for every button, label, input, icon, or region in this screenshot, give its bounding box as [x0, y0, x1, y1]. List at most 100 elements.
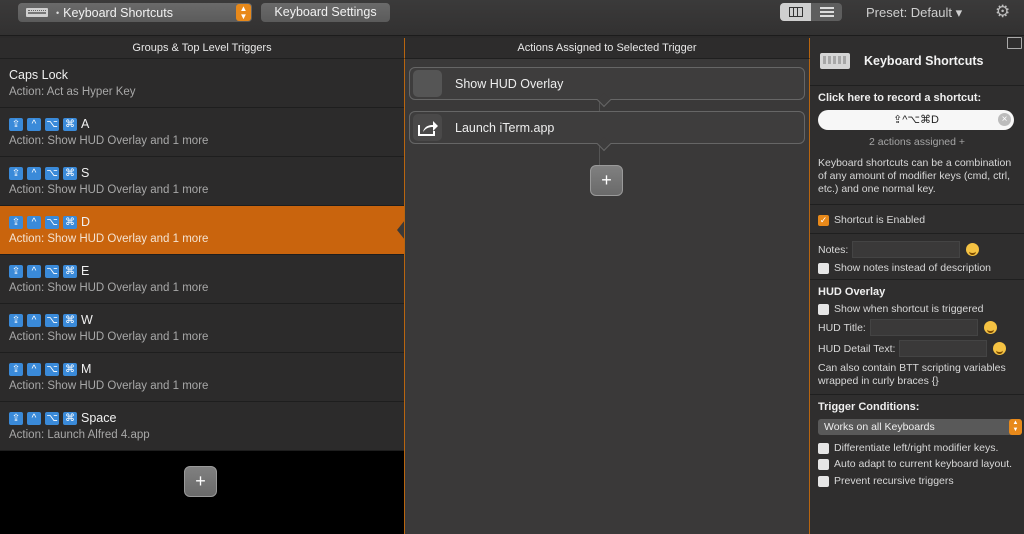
- trigger-action: Action: Show HUD Overlay and 1 more: [9, 380, 209, 392]
- control-modifier-icon: ^: [27, 264, 41, 278]
- capslock-modifier-icon: ⇪: [9, 117, 23, 131]
- trigger-row-caps-lock[interactable]: Caps Lock Action: Act as Hyper Key: [0, 59, 404, 108]
- command-modifier-icon: ⌘: [63, 215, 77, 229]
- auto-adapt-checkbox[interactable]: Auto adapt to current keyboard layout.: [818, 458, 1016, 471]
- notes-section: Notes: Show notes instead of description: [810, 234, 1024, 280]
- notes-input[interactable]: [852, 241, 961, 258]
- trigger-row-s[interactable]: ⇪ ^ ⌥ ⌘ S Action: Show HUD Overlay and 1 mo…: [0, 157, 404, 206]
- action-label: Show HUD Overlay: [455, 76, 564, 91]
- bullet-icon: •: [56, 7, 60, 18]
- conditions-section: Trigger Conditions: Works on all Keyboar…: [810, 395, 1024, 489]
- emoji-picker-icon[interactable]: [966, 243, 980, 256]
- shortcut-description: Keyboard shortcuts can be a combination …: [818, 157, 1012, 195]
- option-modifier-icon: ⌥: [45, 313, 59, 327]
- hud-header: HUD Overlay: [818, 286, 886, 298]
- hud-title-row: HUD Title:: [818, 317, 1016, 338]
- trigger-row-w[interactable]: ⇪ ^ ⌥ ⌘ W Action: Show HUD Overlay and 1 mo…: [0, 304, 404, 353]
- hud-title-label: HUD Title:: [818, 321, 866, 334]
- list-view-button[interactable]: [811, 3, 842, 21]
- trigger-row-a[interactable]: ⇪ ^ ⌥ ⌘ A Action: Show HUD Overlay and 1 mo…: [0, 108, 404, 157]
- emoji-picker-icon[interactable]: [983, 321, 997, 334]
- detach-window-icon[interactable]: [1007, 37, 1022, 49]
- hud-detail-input[interactable]: [899, 340, 988, 357]
- trigger-action: Action: Show HUD Overlay and 1 more: [9, 282, 209, 294]
- option-modifier-icon: ⌥: [45, 362, 59, 376]
- command-modifier-icon: ⌘: [63, 264, 77, 278]
- action-card-show-hud[interactable]: Show HUD Overlay: [409, 67, 805, 108]
- hud-show-checkbox[interactable]: Show when shortcut is triggered: [818, 301, 1016, 317]
- checkbox-box: [818, 262, 829, 274]
- capslock-modifier-icon: ⇪: [9, 166, 23, 180]
- actions-assigned-count[interactable]: 2 actions assigned +: [818, 136, 1016, 148]
- trigger-list-pane: Caps Lock Action: Act as Hyper Key ⇪ ^ ⌥ ⌘ …: [0, 59, 405, 534]
- share-icon: [413, 114, 442, 141]
- shortcut-enabled-checkbox[interactable]: ✓ Shortcut is Enabled: [818, 212, 1016, 228]
- control-modifier-icon: ^: [27, 166, 41, 180]
- column-view-button[interactable]: [780, 3, 811, 21]
- left-column-header: Groups & Top Level Triggers: [0, 38, 404, 59]
- list-icon: [819, 7, 834, 17]
- command-modifier-icon: ⌘: [63, 166, 77, 180]
- chevron-updown-icon: ▲ ▼: [1009, 419, 1022, 435]
- shortcut-value: ⇪^⌥⌘D: [893, 114, 939, 126]
- command-modifier-icon: ⌘: [63, 411, 77, 425]
- trigger-action: Action: Show HUD Overlay and 1 more: [9, 233, 209, 245]
- control-modifier-icon: ^: [27, 411, 41, 425]
- gear-icon[interactable]: ⚙: [995, 2, 1010, 22]
- trigger-action: Action: Launch Alfred 4.app: [9, 429, 150, 441]
- inspector-header: Keyboard Shortcuts: [810, 36, 1024, 86]
- capslock-modifier-icon: ⇪: [9, 215, 23, 229]
- control-modifier-icon: ^: [27, 362, 41, 376]
- actions-pane: Show HUD Overlay Launch iTerm.app +: [404, 59, 810, 534]
- action-label: Launch iTerm.app: [455, 120, 555, 135]
- trigger-key: Space: [81, 411, 117, 425]
- capslock-modifier-icon: ⇪: [9, 362, 23, 376]
- capslock-modifier-icon: ⇪: [9, 264, 23, 278]
- option-modifier-icon: ⌥: [45, 264, 59, 278]
- add-trigger-button[interactable]: +: [184, 466, 217, 497]
- trigger-key: A: [81, 117, 90, 131]
- clear-icon[interactable]: ×: [998, 113, 1011, 126]
- view-mode-toggle: [780, 3, 842, 21]
- option-modifier-icon: ⌥: [45, 411, 59, 425]
- emoji-picker-icon[interactable]: [993, 342, 1007, 355]
- hud-detail-label: HUD Detail Text:: [818, 342, 896, 355]
- checkbox-box: [818, 303, 829, 315]
- trigger-type-label: Keyboard Shortcuts: [63, 5, 173, 20]
- trigger-key: E: [81, 264, 90, 278]
- inspector-title: Keyboard Shortcuts: [864, 53, 984, 68]
- trigger-title: Caps Lock: [9, 68, 69, 82]
- toolbar: • Keyboard Shortcuts ▲ ▼ Keyboard Setting…: [0, 0, 1024, 36]
- capslock-modifier-icon: ⇪: [9, 411, 23, 425]
- shortcut-section: Click here to record a shortcut: ⇪^⌥⌘D ×…: [810, 86, 1024, 205]
- show-notes-checkbox[interactable]: Show notes instead of description: [818, 260, 1016, 276]
- notes-label: Notes:: [818, 243, 849, 256]
- record-shortcut-label: Click here to record a shortcut:: [818, 92, 982, 104]
- option-modifier-icon: ⌥: [45, 166, 59, 180]
- add-action-button[interactable]: +: [590, 165, 623, 196]
- command-modifier-icon: ⌘: [63, 362, 77, 376]
- notes-row: Notes:: [818, 239, 1016, 260]
- hud-overlay-icon: [413, 70, 442, 97]
- trigger-type-select[interactable]: • Keyboard Shortcuts ▲ ▼: [18, 3, 252, 22]
- preset-select[interactable]: Preset: Default ▾: [866, 5, 962, 21]
- capslock-modifier-icon: ⇪: [9, 313, 23, 327]
- control-modifier-icon: ^: [27, 215, 41, 229]
- shortcut-record-field[interactable]: ⇪^⌥⌘D ×: [818, 110, 1014, 130]
- trigger-row-space[interactable]: ⇪ ^ ⌥ ⌘ Space Action: Launch Alfred 4.app: [0, 402, 404, 451]
- middle-column-header: Actions Assigned to Selected Trigger: [404, 38, 810, 59]
- prevent-recursive-checkbox[interactable]: Prevent recursive triggers: [818, 473, 1016, 489]
- trigger-row-d-selected[interactable]: ⇪ ^ ⌥ ⌘ D Action: Show HUD Overlay and 1 mo…: [0, 206, 405, 255]
- command-modifier-icon: ⌘: [63, 313, 77, 327]
- trigger-row-e[interactable]: ⇪ ^ ⌥ ⌘ E Action: Show HUD Overlay and 1 mo…: [0, 255, 404, 304]
- keyboards-select[interactable]: Works on all Keyboards ▲ ▼: [818, 419, 1022, 435]
- trigger-row-m[interactable]: ⇪ ^ ⌥ ⌘ M Action: Show HUD Overlay and 1 mo…: [0, 353, 404, 402]
- hud-detail-row: HUD Detail Text:: [818, 338, 1016, 359]
- conditions-header: Trigger Conditions:: [818, 401, 920, 413]
- keyboard-settings-button[interactable]: Keyboard Settings: [261, 3, 390, 22]
- hud-title-input[interactable]: [869, 319, 978, 336]
- trigger-list: Caps Lock Action: Act as Hyper Key ⇪ ^ ⌥ ⌘ …: [0, 59, 405, 451]
- checkmark-icon: ✓: [818, 214, 829, 226]
- differentiate-modifiers-checkbox[interactable]: Differentiate left/right modifier keys.: [818, 440, 1016, 456]
- action-card-launch-iterm[interactable]: Launch iTerm.app: [409, 111, 805, 152]
